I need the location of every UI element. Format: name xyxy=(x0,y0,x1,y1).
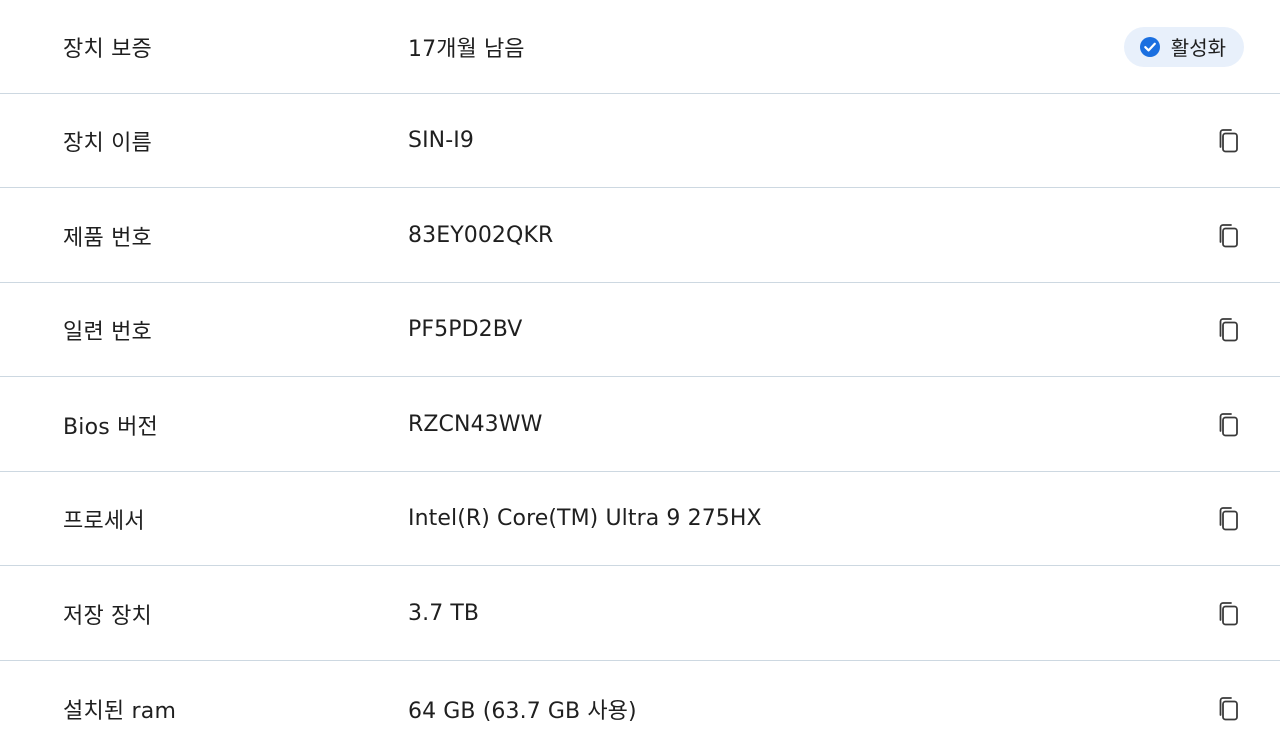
row-value: 3.7 TB xyxy=(408,601,480,626)
row-value: 17개월 남음 xyxy=(408,36,525,62)
row-label: 일련 번호 xyxy=(63,319,152,345)
row-serial-number: 일련 번호 PF5PD2BV xyxy=(0,283,1280,377)
copy-button[interactable] xyxy=(1214,126,1244,156)
row-value: Intel(R) Core(TM) Ultra 9 275HX xyxy=(408,506,762,531)
row-label: 장치 이름 xyxy=(63,130,152,156)
status-text: 활성화 xyxy=(1170,36,1226,60)
row-label: 제품 번호 xyxy=(63,225,152,251)
copy-icon xyxy=(1217,128,1241,154)
copy-button[interactable] xyxy=(1214,504,1244,534)
copy-icon xyxy=(1217,223,1241,249)
row-label: 저장 장치 xyxy=(63,603,152,629)
row-device-warranty: 장치 보증 17개월 남음 활성화 xyxy=(0,0,1280,94)
row-value: 64 GB (63.7 GB 사용) xyxy=(408,699,637,724)
copy-icon xyxy=(1217,696,1241,722)
row-storage: 저장 장치 3.7 TB xyxy=(0,567,1280,661)
row-label: 프로세서 xyxy=(63,508,145,534)
row-product-number: 제품 번호 83EY002QKR xyxy=(0,189,1280,283)
copy-button[interactable] xyxy=(1214,599,1244,629)
copy-icon xyxy=(1217,506,1241,532)
copy-button[interactable] xyxy=(1214,315,1244,345)
copy-icon xyxy=(1217,317,1241,343)
copy-icon xyxy=(1217,412,1241,438)
copy-button[interactable] xyxy=(1214,221,1244,251)
row-bios-version: Bios 버전 RZCN43WW xyxy=(0,378,1280,472)
row-value: SIN-I9 xyxy=(408,128,474,153)
row-processor: 프로세서 Intel(R) Core(TM) Ultra 9 275HX xyxy=(0,472,1280,566)
check-circle-icon xyxy=(1138,35,1162,59)
device-info-list: 장치 보증 17개월 남음 활성화 장치 이름 SIN-I9 제품 번호 83E… xyxy=(0,0,1280,750)
copy-icon xyxy=(1217,601,1241,627)
row-installed-ram: 설치된 ram 64 GB (63.7 GB 사용) xyxy=(0,662,1280,750)
row-label: 설치된 ram xyxy=(63,699,177,724)
status-badge: 활성화 xyxy=(1123,26,1244,67)
copy-button[interactable] xyxy=(1214,694,1244,724)
copy-button[interactable] xyxy=(1214,410,1244,440)
row-label: Bios 버전 xyxy=(63,414,159,440)
row-device-name: 장치 이름 SIN-I9 xyxy=(0,94,1280,188)
row-label: 장치 보증 xyxy=(63,36,152,62)
row-value: PF5PD2BV xyxy=(408,317,523,342)
row-value: 83EY002QKR xyxy=(408,223,554,248)
row-value: RZCN43WW xyxy=(408,412,543,437)
